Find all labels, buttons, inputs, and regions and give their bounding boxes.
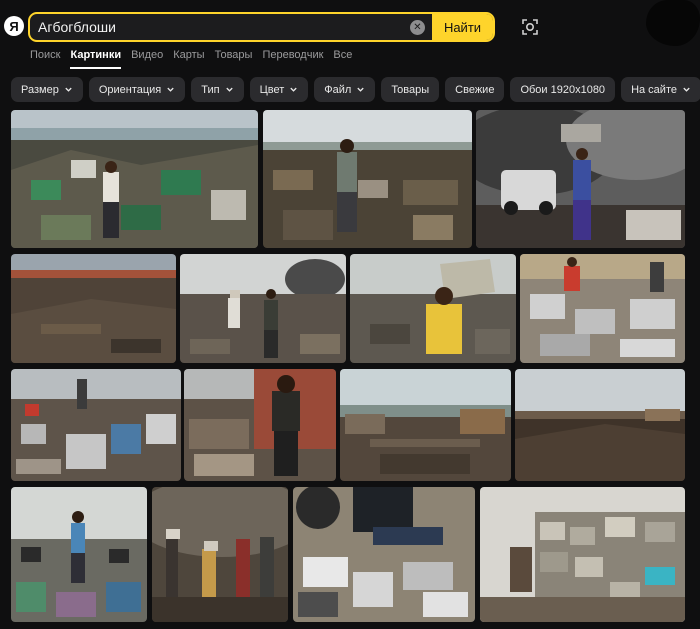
result-thumbnail [11,369,181,481]
tab-maps[interactable]: Карты [173,49,204,69]
image-result[interactable] [11,254,176,363]
filter-file-label: Файл [324,83,352,96]
image-result[interactable] [350,254,516,363]
search-input[interactable] [30,14,410,40]
result-thumbnail [476,110,685,248]
chevron-down-icon [65,87,72,92]
filter-goods-label: Товары [391,83,430,96]
filter-on-site[interactable]: На сайте [621,77,700,102]
filter-size[interactable]: Размер [11,77,83,102]
result-thumbnail [11,487,147,622]
image-result[interactable] [152,487,288,622]
image-search-page: Я ✕ Найти Поиск Картинки Видео Карты Тов… [0,0,700,629]
image-result[interactable] [180,254,346,363]
image-result[interactable] [293,487,475,622]
image-result[interactable] [340,369,511,481]
filter-type-label: Тип [201,83,220,96]
filter-color[interactable]: Цвет [249,77,309,102]
filter-fresh-label: Свежие [455,83,495,96]
chevron-down-icon [290,87,297,92]
tab-video[interactable]: Видео [131,49,163,69]
filter-wallpaper[interactable]: Обои 1920x1080 [510,77,616,102]
result-thumbnail [152,487,288,622]
chevron-down-icon [357,87,364,92]
result-thumbnail [480,487,685,622]
result-thumbnail [180,254,346,363]
result-thumbnail [11,254,176,363]
result-thumbnail [184,369,336,481]
result-thumbnail [263,110,472,248]
filter-size-label: Размер [21,83,59,96]
chevron-down-icon [225,87,233,92]
image-result[interactable] [480,487,685,622]
image-result[interactable] [515,369,685,481]
search-bar: ✕ Найти [28,12,495,42]
yandex-logo[interactable]: Я [4,16,24,36]
image-result[interactable] [184,369,336,481]
camera-search-icon[interactable] [520,17,540,37]
filter-fresh[interactable]: Свежие [445,77,505,102]
tab-search[interactable]: Поиск [30,49,60,69]
filter-on-site-label: На сайте [631,83,677,96]
filter-goods[interactable]: Товары [381,77,440,102]
filter-bar: Размер Ориентация Тип Цвет Файл Товары С… [11,77,700,102]
result-thumbnail [293,487,475,622]
chevron-down-icon [167,87,174,92]
image-result[interactable] [476,110,685,248]
tab-all[interactable]: Все [333,49,352,69]
result-thumbnail [11,110,258,248]
image-result[interactable] [11,369,181,481]
filter-wallpaper-label: Обои 1920x1080 [520,83,606,96]
result-thumbnail [520,254,685,363]
image-result[interactable] [263,110,472,248]
image-result[interactable] [11,110,258,248]
search-nav: Поиск Картинки Видео Карты Товары Перево… [30,49,352,69]
result-thumbnail [350,254,516,363]
result-thumbnail [340,369,511,481]
avatar[interactable] [646,0,700,46]
tab-translator[interactable]: Переводчик [262,49,323,69]
image-result[interactable] [11,487,147,622]
filter-orientation[interactable]: Ориентация [88,77,186,102]
filter-orientation-label: Ориентация [98,83,162,96]
close-icon[interactable]: ✕ [410,19,425,35]
image-result[interactable] [520,254,685,363]
search-submit-button[interactable]: Найти [432,14,493,40]
chevron-down-icon [683,87,690,92]
tab-goods[interactable]: Товары [215,49,253,69]
filter-type[interactable]: Тип [191,77,244,102]
filter-color-label: Цвет [259,83,285,96]
tab-images[interactable]: Картинки [70,49,122,69]
filter-file[interactable]: Файл [314,77,376,102]
result-thumbnail [515,369,685,481]
